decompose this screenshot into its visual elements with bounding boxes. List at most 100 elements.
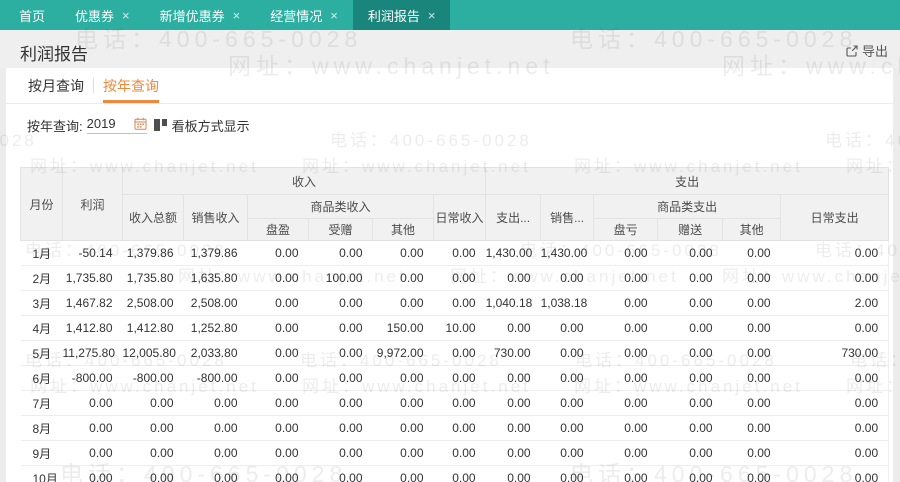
- table-row: 2月 1,735.80 1,735.80 1,635.80 0.00 100.00 0.00…: [20, 265, 890, 291]
- window-tab-label: 优惠券: [75, 8, 115, 24]
- export-icon: [846, 44, 858, 57]
- value-cell: 0.00: [593, 390, 658, 416]
- col-header-sales-income: 销售收入: [183, 194, 248, 241]
- value-cell: 1,412.80: [122, 315, 184, 341]
- window-tab-label: 经营情况: [270, 8, 323, 24]
- value-cell: 0.00: [657, 390, 723, 416]
- year-input[interactable]: 2019: [86, 116, 147, 134]
- value-cell: 0.00: [722, 315, 781, 341]
- close-tab-icon[interactable]: ×: [330, 9, 338, 22]
- value-cell: 0.00: [780, 440, 890, 466]
- value-cell: 2,508.00: [183, 290, 248, 316]
- col-header-daily-income: 日常收入: [432, 194, 487, 241]
- window-tab-新增优惠券[interactable]: 新增优惠券 ×: [145, 0, 256, 30]
- value-cell: 0.00: [593, 365, 658, 391]
- value-cell: 0.00: [722, 265, 781, 291]
- value-cell: 0.00: [433, 390, 486, 416]
- value-cell: 0.00: [485, 265, 541, 291]
- col-header-profit: 利润: [62, 167, 123, 241]
- col-group-income: 收入: [121, 167, 487, 195]
- value-cell: 0.00: [62, 415, 123, 441]
- kanban-display-toggle[interactable]: 看板方式显示: [153, 116, 250, 135]
- value-cell: 0.00: [308, 365, 373, 391]
- value-cell: 0.00: [122, 390, 184, 416]
- value-cell: 0.00: [593, 440, 658, 466]
- value-cell: 1,735.80: [122, 265, 184, 291]
- value-cell: 2.00: [780, 290, 890, 316]
- value-cell: 0.00: [372, 415, 434, 441]
- value-cell: 0.00: [308, 340, 373, 366]
- value-cell: 0.00: [657, 465, 723, 482]
- value-cell: 0.00: [485, 365, 541, 391]
- value-cell: 0.00: [722, 415, 781, 441]
- value-cell: 0.00: [122, 465, 184, 482]
- value-cell: 0.00: [247, 265, 309, 291]
- col-group-goods-income: 商品类收入: [247, 194, 434, 219]
- value-cell: 0.00: [247, 390, 309, 416]
- value-cell: 0.00: [722, 390, 781, 416]
- value-cell: 0.00: [485, 315, 541, 341]
- value-cell: 0.00: [780, 390, 890, 416]
- export-button[interactable]: 导出: [846, 41, 888, 60]
- value-cell: 1,252.80: [183, 315, 248, 341]
- value-cell: 0.00: [540, 340, 594, 366]
- value-cell: -800.00: [122, 365, 184, 391]
- value-cell: 1,430.00: [485, 240, 541, 266]
- value-cell: 0.00: [657, 440, 723, 466]
- table-row: 4月 1,412.80 1,412.80 1,252.80 0.00 0.00 150.00…: [20, 315, 890, 341]
- value-cell: 12,005.80: [122, 340, 184, 366]
- value-cell: 0.00: [62, 390, 123, 416]
- value-cell: 0.00: [122, 415, 184, 441]
- month-cell: 10月: [20, 465, 63, 482]
- value-cell: 0.00: [722, 365, 781, 391]
- tab-query-by-month[interactable]: 按月查询: [28, 68, 84, 103]
- col-header-other-expense: 其他: [722, 218, 782, 241]
- value-cell: 2,033.80: [183, 340, 248, 366]
- col-header-income-total: 收入总额: [122, 194, 184, 241]
- tab-query-by-year[interactable]: 按年查询: [103, 68, 159, 103]
- year-query-label: 按年查询:: [27, 118, 83, 134]
- close-tab-icon[interactable]: ×: [428, 9, 436, 22]
- value-cell: 100.00: [308, 265, 373, 291]
- col-header-other-income: 其他: [372, 218, 434, 241]
- close-tab-icon[interactable]: ×: [233, 9, 241, 22]
- window-tab-利润报告[interactable]: 利润报告 ×: [352, 0, 451, 30]
- value-cell: 0.00: [657, 240, 723, 266]
- month-cell: 4月: [20, 315, 63, 341]
- profit-report-table: 月份 利润 收入 支出 收入总额 销售收入 商品类收入 日常收入 支出... 销…: [20, 167, 890, 482]
- table-row: 6月 -800.00 -800.00 -800.00 0.00 0.00 0.00 0.00 0…: [20, 365, 890, 391]
- app-window: 首页 优惠券 × 新增优惠券 × 经营情况 × 利润报告 × 利润报告 导出 按月查询 按年查询…: [0, 0, 900, 482]
- col-header-gift-received: 受赠: [308, 218, 373, 241]
- month-cell: 6月: [20, 365, 63, 391]
- value-cell: 730.00: [485, 340, 541, 366]
- value-cell: 0.00: [372, 465, 434, 482]
- value-cell: 0.00: [540, 465, 594, 482]
- value-cell: 0.00: [308, 390, 373, 416]
- value-cell: 9,972.00: [372, 340, 434, 366]
- value-cell: 1,379.86: [183, 240, 248, 266]
- value-cell: 1,430.00: [540, 240, 594, 266]
- table-row: 10月 0.00 0.00 0.00 0.00 0.00 0.00 0.00 0.00 0.00 0…: [20, 465, 890, 482]
- value-cell: 0.00: [372, 440, 434, 466]
- value-cell: 0.00: [593, 240, 658, 266]
- window-tab-首页[interactable]: 首页: [4, 0, 60, 30]
- calendar-icon[interactable]: [134, 117, 147, 130]
- table-row: 8月 0.00 0.00 0.00 0.00 0.00 0.00 0.00 0.00 0.00 0.…: [20, 415, 890, 441]
- window-tab-优惠券[interactable]: 优惠券 ×: [60, 0, 145, 30]
- value-cell: 0.00: [780, 265, 890, 291]
- value-cell: 0.00: [485, 465, 541, 482]
- table-row: 7月 0.00 0.00 0.00 0.00 0.00 0.00 0.00 0.00 0.00 0.…: [20, 390, 890, 416]
- filter-row: 按年查询: 2019 看板方式显示: [6, 114, 893, 136]
- value-cell: 0.00: [722, 240, 781, 266]
- value-cell: 0.00: [433, 265, 486, 291]
- close-tab-icon[interactable]: ×: [122, 9, 130, 22]
- value-cell: 0.00: [308, 290, 373, 316]
- value-cell: 0.00: [62, 465, 123, 482]
- window-tab-label: 利润报告: [367, 8, 420, 24]
- window-tab-经营情况[interactable]: 经营情况 ×: [255, 0, 353, 30]
- value-cell: 1,735.80: [62, 265, 123, 291]
- value-cell: 0.00: [485, 440, 541, 466]
- month-cell: 3月: [20, 290, 63, 316]
- value-cell: 1,038.18: [540, 290, 594, 316]
- value-cell: 0.00: [593, 265, 658, 291]
